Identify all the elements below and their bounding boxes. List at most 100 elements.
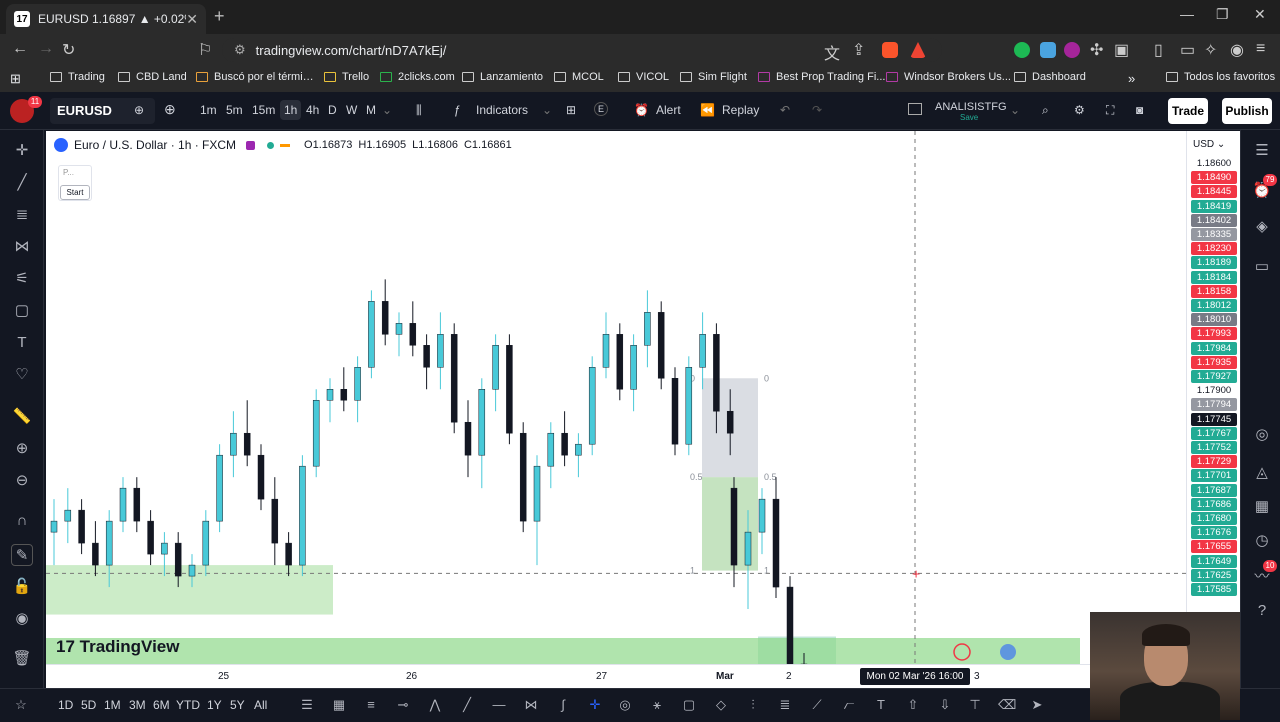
range-5d[interactable]: 5D: [81, 698, 96, 712]
bookmark-all-favorites[interactable]: Todos los favoritos: [1166, 71, 1275, 83]
streams-icon[interactable]: ◷: [1251, 530, 1273, 552]
alert-icon[interactable]: ⏰: [634, 103, 649, 117]
bookmark-page-icon[interactable]: ⚐: [198, 40, 212, 60]
replay-button[interactable]: Replay: [722, 103, 759, 117]
ruler-icon[interactable]: 📏: [11, 406, 33, 428]
publish-button[interactable]: Publish: [1222, 98, 1272, 124]
tool-icon[interactable]: ╱: [458, 696, 476, 714]
tradingview-logo[interactable]: 17 TradingView: [56, 637, 179, 657]
minimize-icon[interactable]: —: [1180, 6, 1194, 22]
tool-icon[interactable]: ⟋: [808, 696, 826, 714]
help-icon[interactable]: ?: [1251, 600, 1273, 622]
translate-icon[interactable]: 文: [824, 40, 840, 64]
stay-drawing-icon[interactable]: ✎: [11, 544, 33, 566]
ideas-icon[interactable]: ◬: [1251, 462, 1273, 484]
chat-icon[interactable]: ▭: [1251, 256, 1273, 278]
bookmark-dashboard[interactable]: Dashboard: [1014, 71, 1086, 83]
maximize-icon[interactable]: ❐: [1216, 6, 1229, 23]
tab-close-icon[interactable]: ✕: [186, 11, 198, 28]
text-icon[interactable]: T: [11, 332, 33, 354]
settings-icon[interactable]: ⚙: [1074, 103, 1085, 117]
range-1m[interactable]: 1M: [104, 698, 121, 712]
timeframe-5m[interactable]: 5m: [226, 103, 243, 117]
close-window-icon[interactable]: ✕: [1254, 6, 1266, 23]
arrow-down-icon[interactable]: ⇩: [936, 696, 954, 714]
brave-shield-icon[interactable]: [882, 42, 898, 58]
range-1y[interactable]: 1Y: [207, 698, 222, 712]
zoom-in-icon[interactable]: ⊕: [11, 438, 33, 460]
indicators-dropdown-icon[interactable]: ⌄: [542, 103, 552, 117]
bookmark-2clicks[interactable]: 2clicks.com: [380, 71, 455, 83]
apps-icon[interactable]: ⊞: [10, 71, 21, 87]
tool-icon[interactable]: ◎: [616, 696, 634, 714]
indicators-button[interactable]: Indicators: [476, 103, 528, 117]
pattern-icon[interactable]: ⋈: [11, 236, 33, 258]
tool-icon[interactable]: ⦧: [840, 696, 858, 714]
range-5y[interactable]: 5Y: [230, 698, 245, 712]
bookmark-mcol[interactable]: MCOL: [554, 71, 604, 83]
timeframe-4h[interactable]: 4h: [306, 103, 319, 117]
snapshot-icon[interactable]: ◙: [1136, 103, 1143, 117]
bookmark-search[interactable]: Buscó por el térmi…: [196, 71, 314, 83]
zoom-out-icon[interactable]: ⊖: [11, 470, 33, 492]
timeframe-w[interactable]: W: [346, 103, 357, 117]
vpn-icon[interactable]: ◉: [1230, 40, 1244, 60]
candle-type-icon[interactable]: ⫼: [416, 103, 422, 118]
layout-icon[interactable]: [908, 103, 922, 115]
tool-icon[interactable]: ⋈: [522, 696, 540, 714]
bookmark-cbd-land[interactable]: CBD Land: [118, 71, 187, 83]
undo-icon[interactable]: ↶: [780, 103, 790, 117]
extension-blue-icon[interactable]: [1040, 42, 1056, 58]
timeframe-m[interactable]: M: [366, 103, 376, 117]
add-symbol-icon[interactable]: ⊕: [164, 101, 176, 118]
bookmark-trello[interactable]: Trello: [324, 71, 369, 83]
watchlist-icon[interactable]: ☰: [1251, 140, 1273, 162]
layout-dropdown-icon[interactable]: ⌄: [1010, 103, 1020, 117]
time-axis[interactable]: 25 26 27 Mar 2 3 Mon 02 Mar '26 16:00: [46, 664, 1186, 688]
lock-icon[interactable]: 🔓: [11, 576, 33, 598]
bookmark-trading[interactable]: Trading: [50, 71, 105, 83]
tool-icon[interactable]: ⋀: [426, 696, 444, 714]
bookmark-sim-flight[interactable]: Sim Flight: [680, 71, 747, 83]
tool-icon[interactable]: —: [490, 696, 508, 714]
bookmark-lanzamiento[interactable]: Lanzamiento: [462, 71, 543, 83]
tool-icon[interactable]: ▢: [680, 696, 698, 714]
fullscreen-icon[interactable]: ⛶: [1106, 103, 1114, 118]
crosshair-icon[interactable]: ✛: [586, 696, 604, 714]
crosshair-icon[interactable]: ✛: [11, 140, 33, 162]
browser-tab[interactable]: 17 EURUSD 1.16897 ▲ +0.02% ANA ✕: [6, 4, 206, 34]
bookmark-vicol[interactable]: VICOL: [618, 71, 669, 83]
trade-button[interactable]: Trade: [1168, 98, 1208, 124]
extension-green-icon[interactable]: [1014, 42, 1030, 58]
range-1d[interactable]: 1D: [58, 698, 73, 712]
back-icon[interactable]: ←: [12, 40, 28, 58]
e-icon[interactable]: E: [594, 102, 609, 116]
replay-icon[interactable]: ⏪: [700, 103, 715, 117]
layout-name[interactable]: ANALISISTFG: [935, 101, 1007, 113]
candlestick-chart[interactable]: 0 00.5 0.51 1 +: [46, 131, 1186, 664]
cursor-icon[interactable]: ➤: [1028, 696, 1046, 714]
bookmark-icon[interactable]: [246, 140, 256, 150]
extensions-icon[interactable]: ✣: [1090, 40, 1103, 60]
tool-icon[interactable]: ∫: [554, 696, 572, 714]
reload-icon[interactable]: ↻: [62, 40, 75, 60]
indicators-icon[interactable]: ƒ: [454, 103, 461, 117]
favorites-icon[interactable]: ♡: [11, 364, 33, 386]
timeframe-1m[interactable]: 1m: [200, 103, 217, 117]
timeframe-15m[interactable]: 15m: [252, 103, 275, 117]
tool-icon[interactable]: ◇: [712, 696, 730, 714]
trash-icon[interactable]: 🗑: [11, 648, 33, 670]
timeframe-dropdown-icon[interactable]: ⌄: [382, 103, 392, 117]
timeframe-1h[interactable]: 1h: [280, 100, 302, 120]
leo-icon[interactable]: ✧: [1204, 40, 1217, 60]
start-button[interactable]: Start: [60, 185, 90, 200]
templates-icon[interactable]: ⊞: [566, 103, 576, 117]
media-icon[interactable]: ▣: [1114, 40, 1129, 60]
site-info-icon[interactable]: ⚙: [234, 42, 246, 58]
tool-icon[interactable]: ≣: [776, 696, 794, 714]
shapes-icon[interactable]: ▢: [11, 300, 33, 322]
tool-icon[interactable]: ⫶: [744, 696, 762, 714]
bookmark-windsor[interactable]: Windsor Brokers Us...: [886, 71, 1011, 83]
hide-icon[interactable]: ◉: [11, 608, 33, 630]
tool-icon[interactable]: ⚹: [648, 696, 666, 714]
